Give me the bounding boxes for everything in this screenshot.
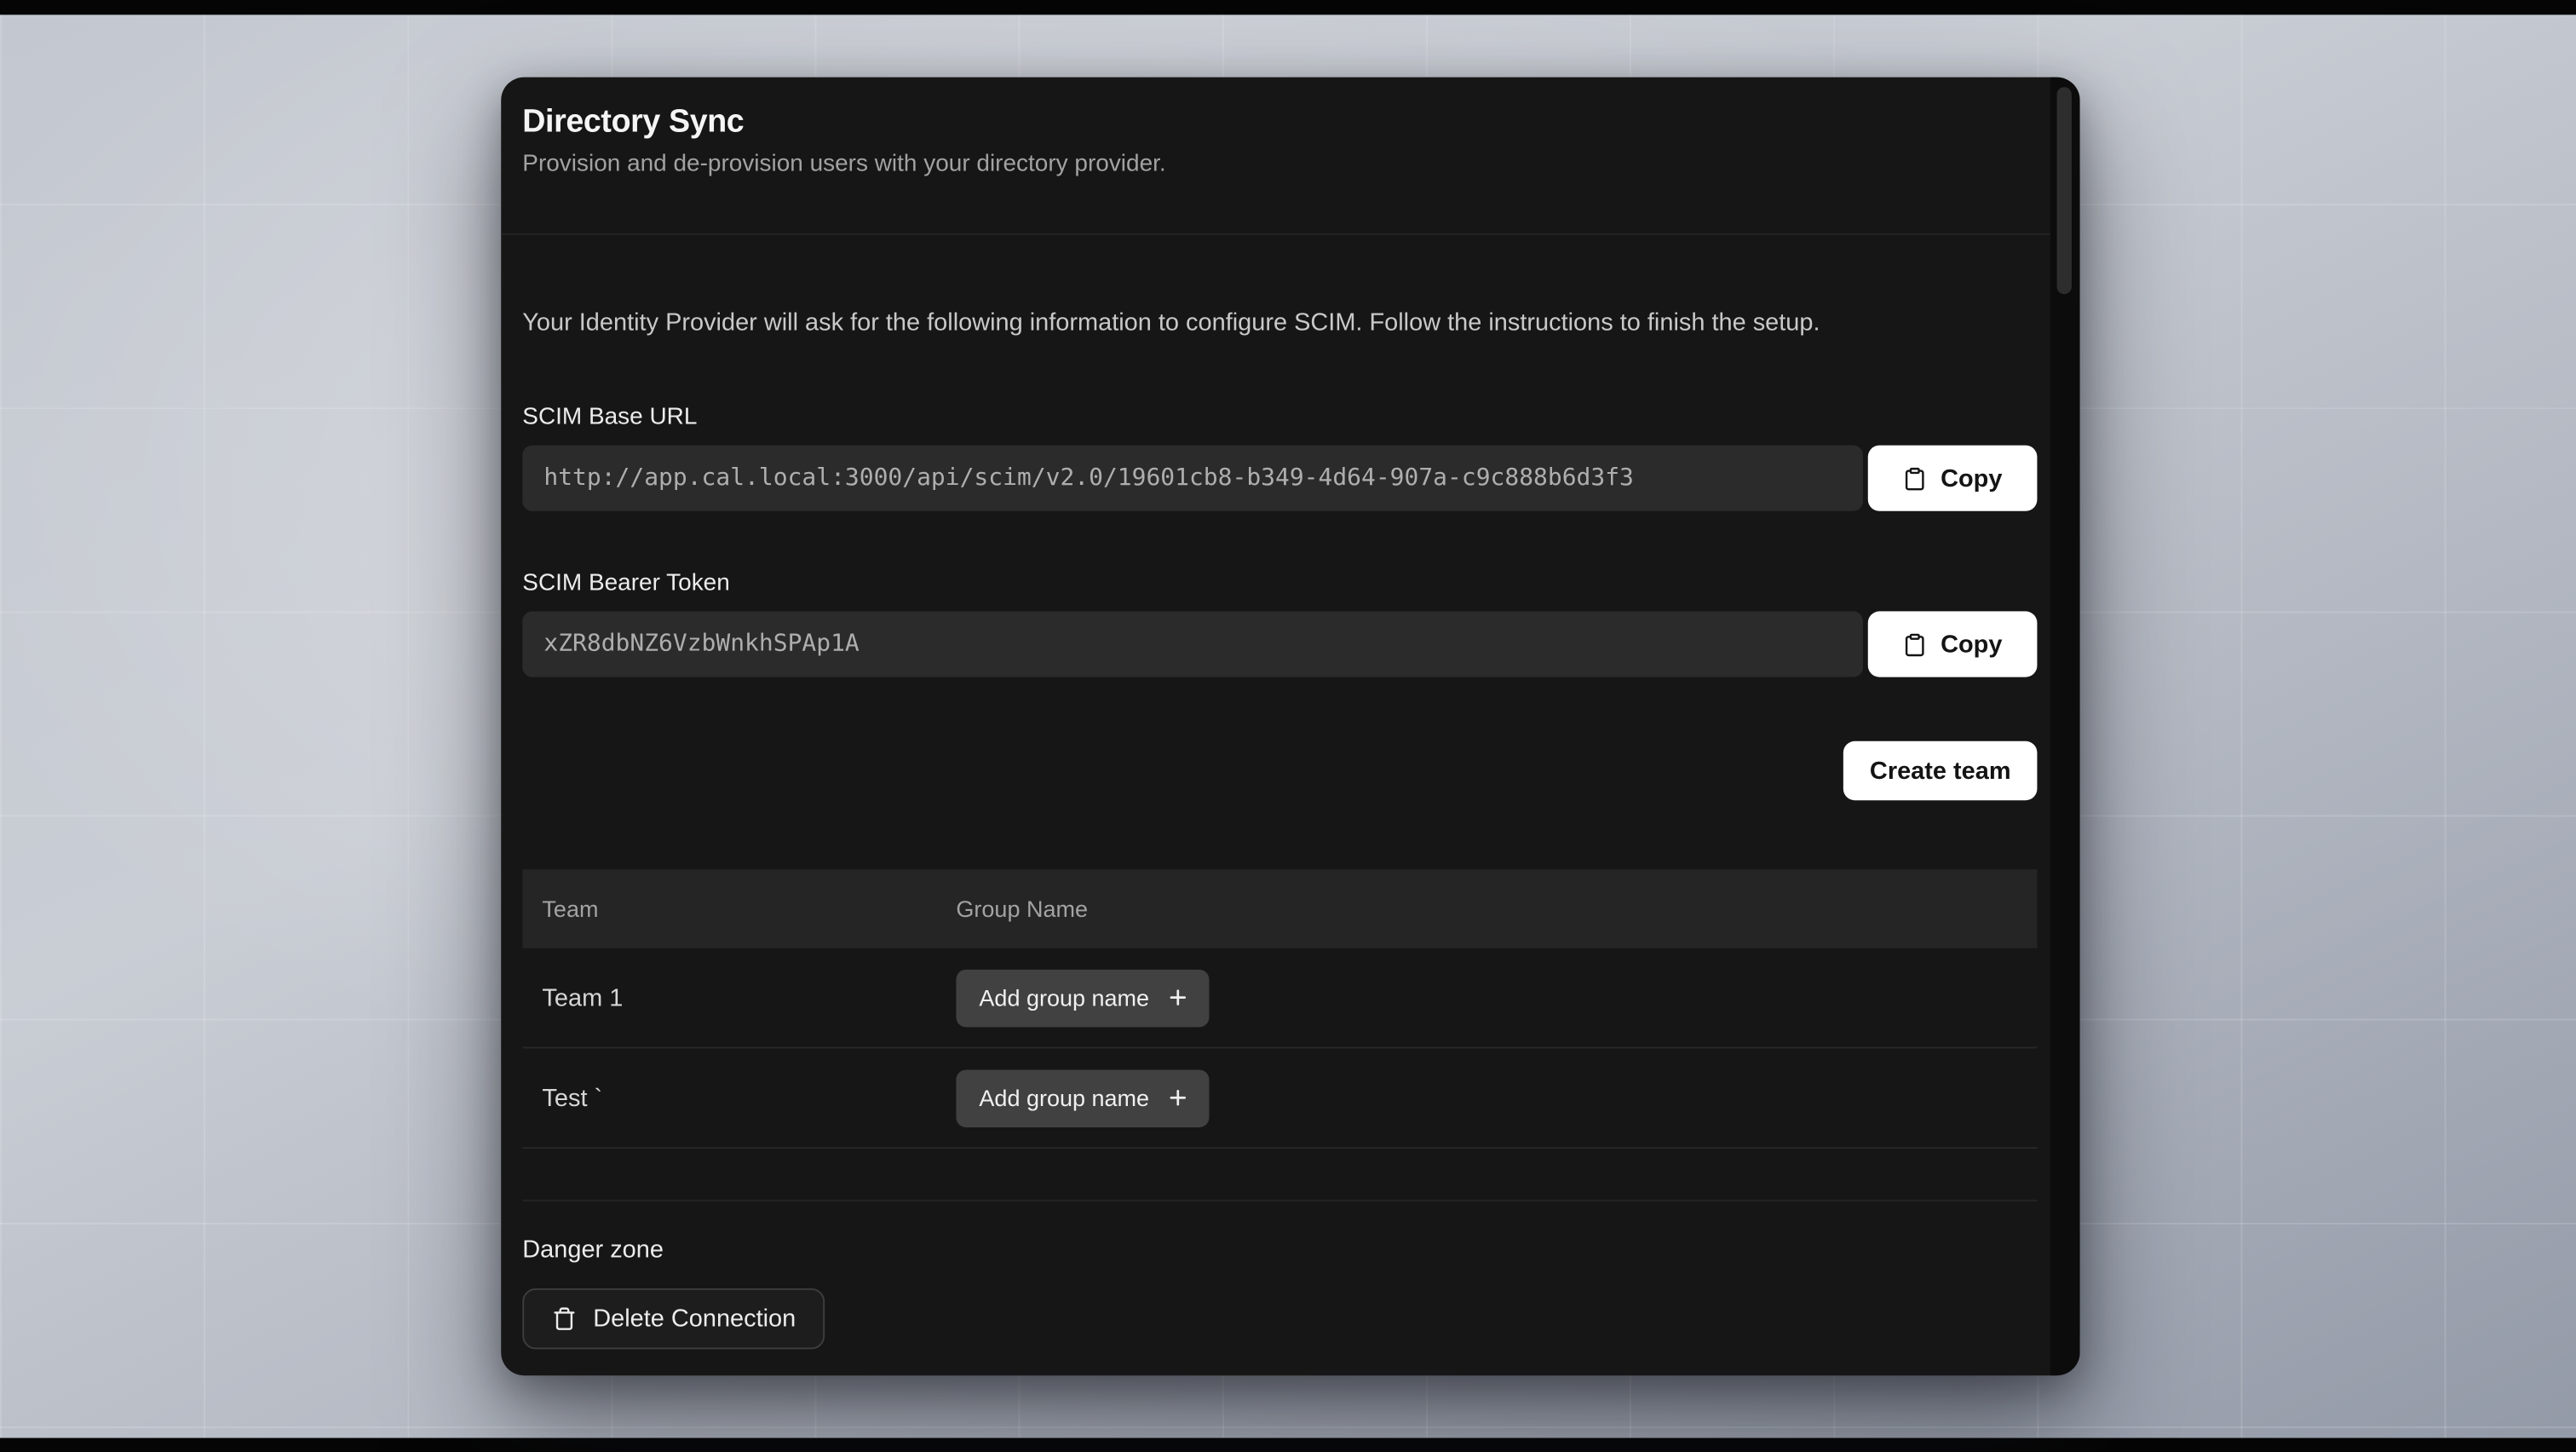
group-name-cell: Add group name [956, 969, 2017, 1027]
scim-bearer-token-row: Copy [522, 611, 2037, 677]
danger-zone-label: Danger zone [522, 1236, 2037, 1265]
modal-body: Your Identity Provider will ask for the … [501, 308, 2079, 1373]
plus-icon [1165, 1086, 1188, 1109]
desktop-background: Directory Sync Provision and de-provisio… [0, 0, 2576, 1452]
table-row: Team 1 Add group name [522, 948, 2037, 1049]
add-group-name-button[interactable]: Add group name [956, 1069, 1208, 1127]
column-header-group-name: Group Name [956, 896, 2017, 922]
scim-instructions-text: Your Identity Provider will ask for the … [522, 308, 2037, 339]
scrollbar-thumb[interactable] [2057, 87, 2072, 294]
scim-base-url-row: Copy [522, 446, 2037, 511]
scim-base-url-label: SCIM Base URL [522, 404, 2037, 432]
scim-base-url-field: SCIM Base URL Copy [522, 404, 2037, 510]
bottom-black-bar [0, 1438, 2576, 1452]
scim-bearer-token-input[interactable] [522, 611, 1863, 677]
team-group-table: Team Group Name Team 1 Add group name [522, 869, 2037, 1149]
page-subtitle: Provision and de-provision users with yo… [522, 148, 2058, 182]
add-group-name-button[interactable]: Add group name [956, 969, 1208, 1027]
modal-header: Directory Sync Provision and de-provisio… [501, 78, 2079, 235]
plus-icon [1165, 986, 1188, 1009]
add-group-name-label: Add group name [979, 984, 1149, 1011]
copy-base-url-button[interactable]: Copy [1868, 446, 2038, 511]
copy-button-label: Copy [1941, 631, 2002, 659]
team-name-cell: Test ` [542, 1084, 956, 1112]
danger-zone-divider [522, 1200, 2037, 1201]
scim-bearer-token-field: SCIM Bearer Token Copy [522, 570, 2037, 677]
directory-sync-modal: Directory Sync Provision and de-provisio… [501, 78, 2079, 1376]
top-black-bar [0, 0, 2576, 14]
page-title: Directory Sync [522, 102, 2058, 141]
scim-bearer-token-label: SCIM Bearer Token [522, 570, 2037, 598]
copy-button-label: Copy [1941, 464, 2002, 493]
team-name-cell: Team 1 [542, 983, 956, 1011]
trash-icon [552, 1306, 577, 1331]
create-team-button[interactable]: Create team [1843, 741, 2037, 800]
create-team-row: Create team [522, 741, 2037, 800]
scim-base-url-input[interactable] [522, 446, 1863, 511]
delete-connection-label: Delete Connection [593, 1305, 796, 1333]
scrollbar-track[interactable] [2050, 78, 2080, 1376]
delete-connection-button[interactable]: Delete Connection [522, 1288, 825, 1349]
add-group-name-label: Add group name [979, 1085, 1149, 1111]
group-name-cell: Add group name [956, 1069, 2017, 1127]
table-row: Test ` Add group name [522, 1048, 2037, 1149]
table-header-row: Team Group Name [522, 869, 2037, 948]
clipboard-icon [1903, 632, 1928, 657]
column-header-team: Team [542, 896, 956, 922]
clipboard-icon [1903, 466, 1928, 491]
copy-bearer-token-button[interactable]: Copy [1868, 611, 2038, 677]
